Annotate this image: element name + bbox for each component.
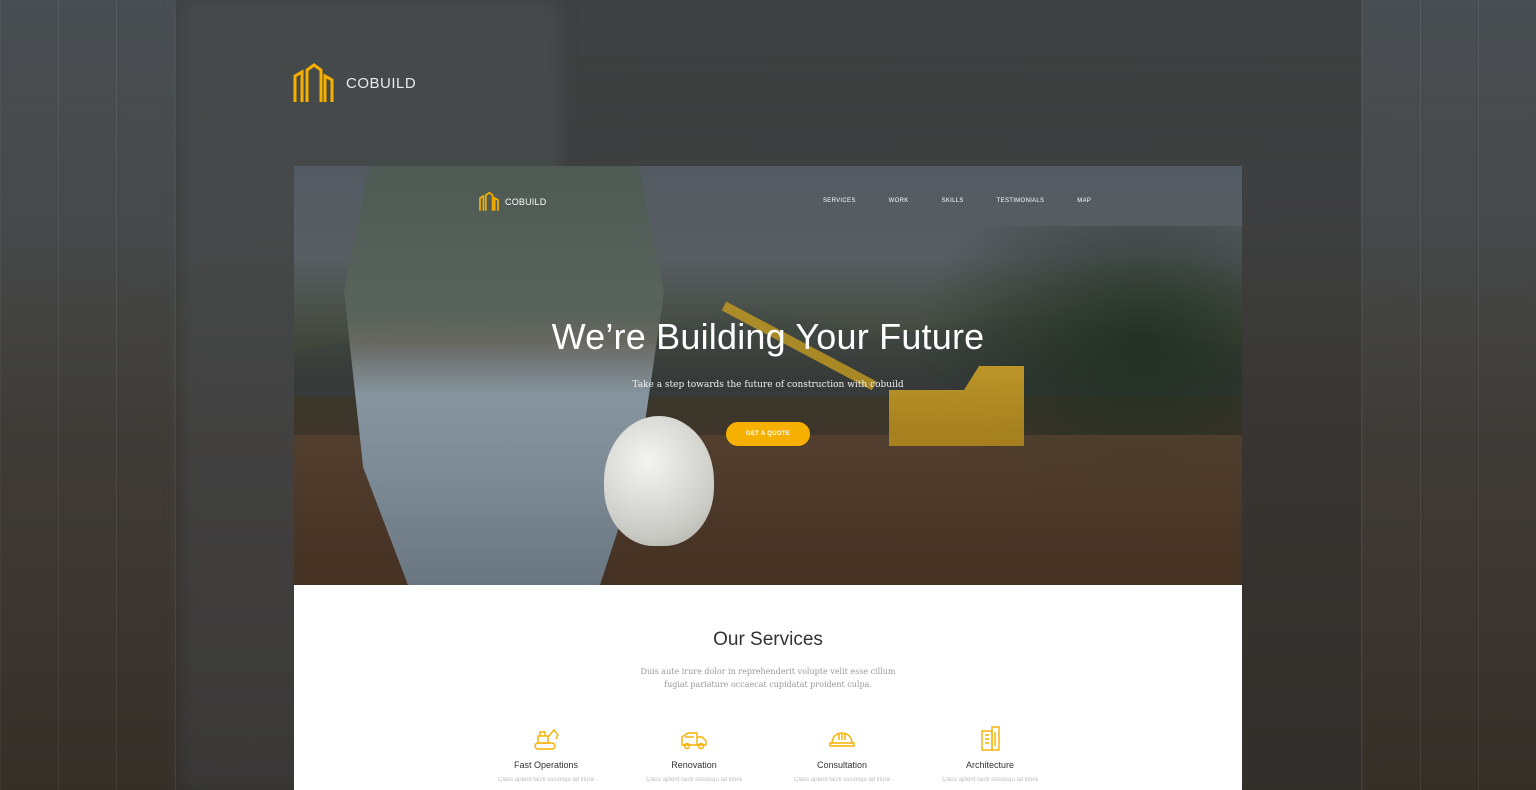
service-blurb: Class aptent taciti sociosqu ad litora [794, 777, 890, 783]
hard-hat [604, 416, 714, 546]
outer-brand-name: COBUILD [346, 74, 417, 92]
backdrop-stripe [1478, 0, 1536, 790]
nav-item-skills[interactable]: SKILLS [942, 198, 964, 204]
excavator-icon [534, 728, 559, 750]
service-card-fast-operations[interactable]: Fast Operations Class aptent taciti soci… [481, 725, 611, 783]
backdrop-stripe [0, 0, 59, 790]
backdrop-stripe [116, 0, 175, 790]
services-title: Our Services [713, 629, 823, 650]
service-blurb: Class aptent taciti sociosqu ad litora [942, 777, 1038, 783]
cobuild-logo-icon [479, 191, 499, 211]
backdrop-stripe [58, 0, 117, 790]
service-blurb: Class aptent taciti sociosqu ad litora [498, 777, 594, 783]
nav-logo[interactable]: COBUILD [479, 191, 546, 212]
service-card-architecture[interactable]: Architecture Class aptent taciti sociosq… [925, 725, 1055, 783]
service-card-renovation[interactable]: Renovation Class aptent taciti sociosqu … [629, 725, 759, 783]
backdrop-stripe [1420, 0, 1479, 790]
hero-section: COBUILD SERVICES WORK SKILLS TESTIMONIAL… [294, 166, 1242, 585]
service-card-consultation[interactable]: Consultation Class aptent taciti sociosq… [777, 725, 907, 783]
backdrop-stripe [1362, 0, 1421, 790]
nav-item-map[interactable]: MAP [1077, 198, 1091, 204]
nav-item-services[interactable]: SERVICES [823, 198, 856, 204]
hero-title: We’re Building Your Future [551, 316, 985, 357]
website-preview: COBUILD SERVICES WORK SKILLS TESTIMONIAL… [294, 166, 1242, 790]
service-name: Renovation [671, 760, 717, 770]
outer-logo[interactable]: COBUILD [293, 62, 416, 104]
hard-hat-icon [829, 732, 855, 747]
service-blurb: Class aptent taciti sociosqu ad litora [646, 777, 742, 783]
nav-item-work[interactable]: WORK [889, 198, 909, 204]
top-nav: COBUILD SERVICES WORK SKILLS TESTIMONIAL… [294, 166, 1242, 240]
truck-icon [681, 732, 707, 750]
service-name: Fast Operations [513, 760, 579, 770]
hero-subtitle: Take a step towards the future of constr… [632, 380, 904, 390]
nav-brand-name: COBUILD [505, 196, 547, 207]
services-cards: Fast Operations Class aptent taciti soci… [294, 725, 1242, 790]
building-icon [981, 726, 1000, 751]
service-name: Architecture [965, 760, 1015, 770]
services-section: Our Services Duis aute irure dolor in re… [294, 585, 1242, 790]
service-name: Consultation [816, 760, 868, 770]
services-description: Duis aute irure dolor in reprehenderit v… [640, 667, 896, 689]
get-quote-button[interactable]: GET A QUOTE [726, 422, 810, 446]
nav-item-testimonials[interactable]: TESTIMONIALS [997, 198, 1045, 204]
cobuild-logo-icon [293, 63, 334, 102]
nav-menu: SERVICES WORK SKILLS TESTIMONIALS MAP [823, 198, 1124, 204]
